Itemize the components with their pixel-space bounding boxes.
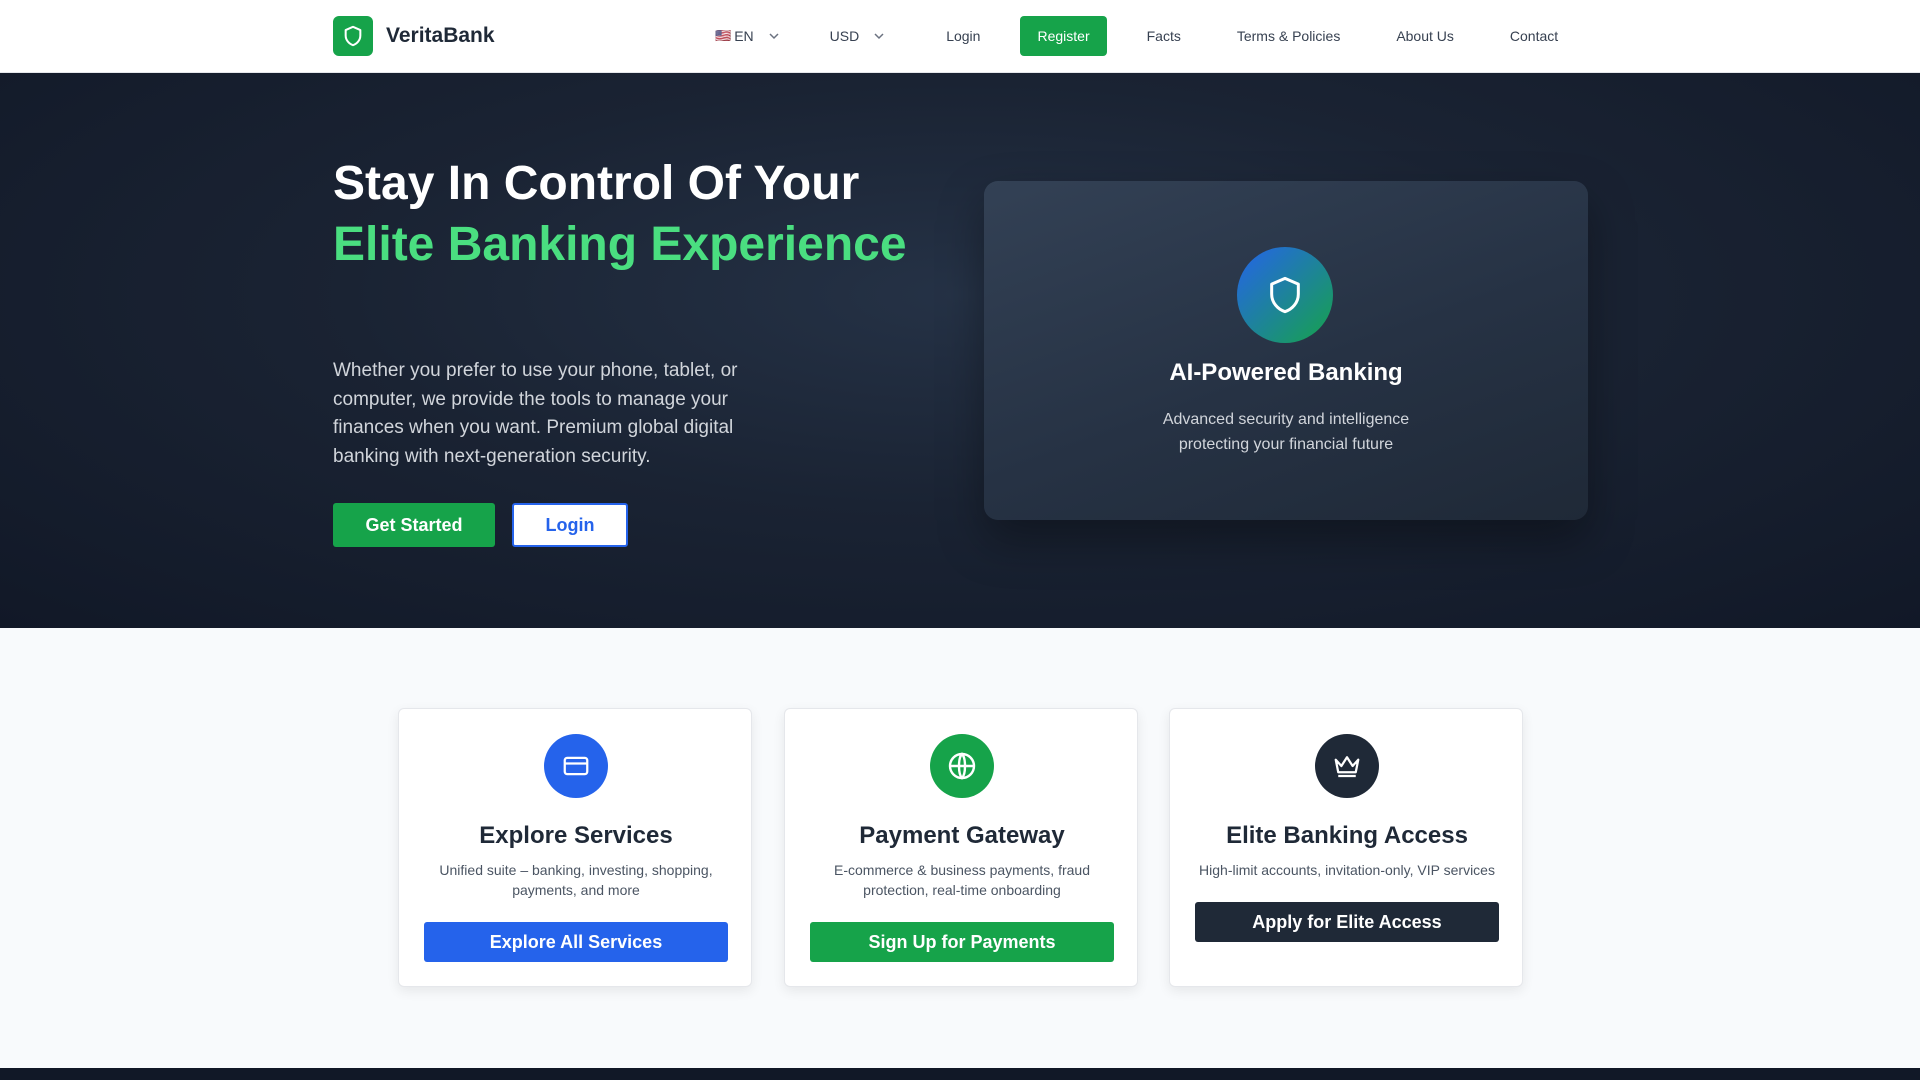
ai-card-title: AI-Powered Banking (1169, 359, 1403, 386)
payment-gateway-card: Payment Gateway E-commerce & business pa… (784, 708, 1138, 987)
ai-banking-card: AI-Powered Banking Advanced security and… (984, 181, 1588, 520)
card-title: Elite Banking Access (1226, 822, 1468, 849)
nav-terms-link[interactable]: Terms & Policies (1237, 16, 1340, 56)
us-flag-icon: 🇺🇸 (715, 28, 732, 43)
crown-icon (1315, 734, 1379, 798)
language-label: EN (734, 28, 754, 44)
card-title: Payment Gateway (859, 822, 1065, 849)
hero-title-main: Stay In Control Of Your (333, 157, 860, 210)
nav-register-button[interactable]: Register (1020, 16, 1107, 56)
credit-card-icon (544, 734, 608, 798)
hero-title-accent: Elite Banking Experience (333, 218, 907, 271)
card-title: Explore Services (479, 822, 673, 849)
brand-name: VeritaBank (386, 24, 495, 47)
nav-about-link[interactable]: About Us (1396, 16, 1454, 56)
card-description: High-limit accounts, invitation-only, VI… (1199, 862, 1495, 878)
hero-description: Whether you prefer to use your phone, ta… (333, 360, 738, 467)
apply-elite-access-button[interactable]: Apply for Elite Access (1195, 902, 1499, 942)
shield-logo-icon (333, 16, 373, 56)
chevron-down-icon (769, 33, 779, 40)
language-selector[interactable]: 🇺🇸 EN (715, 16, 780, 56)
currency-label: USD (829, 28, 860, 44)
top-navbar: VeritaBank 🇺🇸 EN USD Login Register Fact… (0, 0, 1920, 73)
nav-login-link[interactable]: Login (946, 16, 980, 56)
get-started-button[interactable]: Get Started (333, 503, 495, 547)
card-description: E-commerce & business payments, fraud pr… (834, 862, 1090, 898)
nav-contact-link[interactable]: Contact (1510, 16, 1558, 56)
ai-card-description: Advanced security and intelligence prote… (1162, 411, 1410, 453)
hero-login-button[interactable]: Login (512, 503, 628, 547)
explore-services-card: Explore Services Unified suite – banking… (398, 708, 752, 987)
chevron-down-icon (874, 33, 884, 40)
nav-menu: 🇺🇸 EN USD Login Register Facts Terms & P… (715, 16, 1558, 56)
hero-title: Stay In Control Of Your Elite Banking Ex… (333, 153, 953, 275)
card-description: Unified suite – banking, investing, shop… (439, 862, 713, 898)
globe-icon (930, 734, 994, 798)
explore-all-services-button[interactable]: Explore All Services (424, 922, 728, 962)
shield-icon (1237, 247, 1333, 343)
footer-bar (0, 1068, 1920, 1080)
brand[interactable]: VeritaBank (333, 16, 495, 56)
nav-facts-link[interactable]: Facts (1147, 16, 1181, 56)
hero-section: Stay In Control Of Your Elite Banking Ex… (0, 73, 1920, 628)
currency-selector[interactable]: USD (830, 16, 886, 56)
sign-up-payments-button[interactable]: Sign Up for Payments (810, 922, 1114, 962)
elite-access-card: Elite Banking Access High-limit accounts… (1169, 708, 1523, 987)
